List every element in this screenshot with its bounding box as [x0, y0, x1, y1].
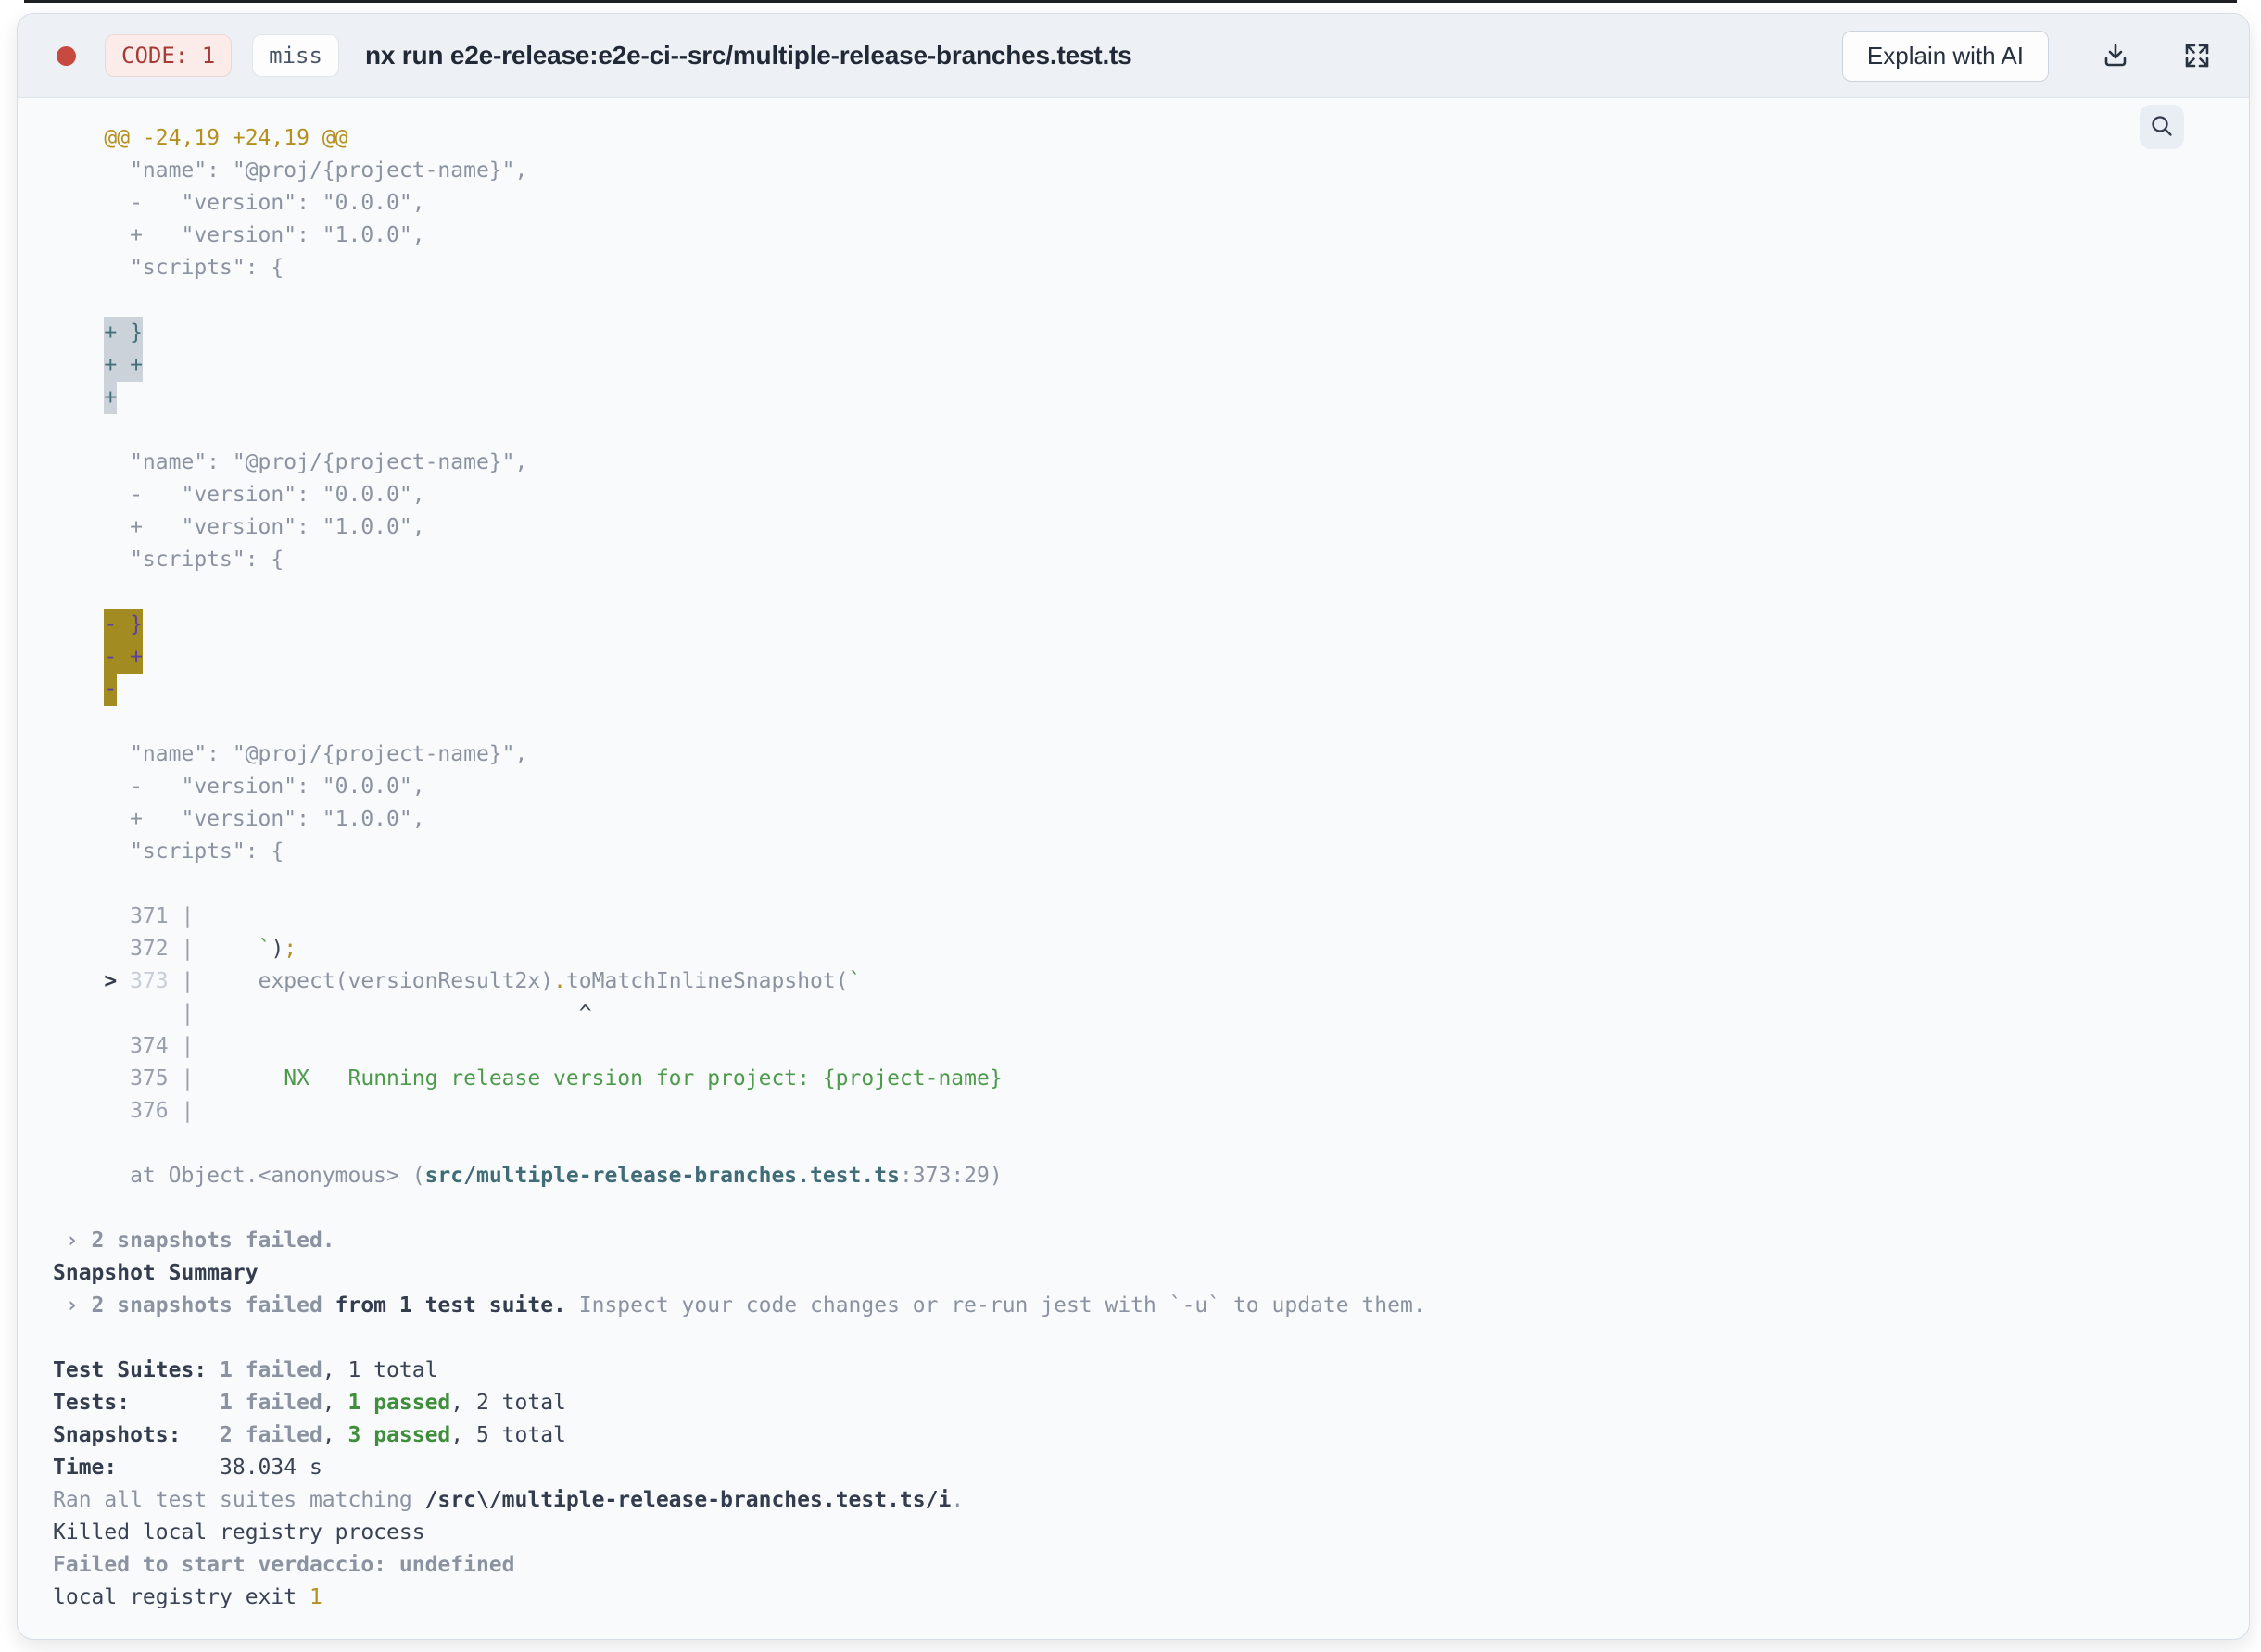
terminal-line: Snapshot Summary — [53, 1261, 259, 1285]
fullscreen-button[interactable] — [2182, 41, 2212, 70]
terminal-line: Killed local registry process — [53, 1520, 425, 1545]
terminal-line: + } — [53, 317, 2249, 349]
terminal-line: local registry exit 1 — [53, 1585, 322, 1609]
terminal-line: 371 | — [53, 904, 195, 928]
fullscreen-icon — [2182, 41, 2212, 70]
terminal-line: - "version": "0.0.0", — [53, 775, 425, 799]
terminal-line: + + — [53, 349, 2249, 382]
terminal-line: 376 | — [53, 1099, 195, 1123]
terminal-line: "scripts": { — [53, 548, 284, 572]
terminal-line: Ran all test suites matching /src\/multi… — [53, 1488, 965, 1512]
terminal-line: + "version": "1.0.0", — [53, 515, 425, 539]
page-title: nx run e2e-release:e2e-ci--src/multiple-… — [364, 41, 1132, 69]
terminal-line: "name": "@proj/{project-name}", — [53, 158, 528, 183]
terminal-line: - + — [53, 641, 2249, 674]
terminal-line: "scripts": { — [53, 839, 284, 864]
task-header: CODE: 1 miss nx run e2e-release:e2e-ci--… — [18, 14, 2249, 98]
search-icon — [2149, 113, 2175, 142]
exit-code-badge: CODE: 1 — [105, 34, 233, 77]
terminal-line: › 2 snapshots failed from 1 test suite. … — [53, 1293, 1426, 1318]
terminal-line: 372 | `); — [53, 937, 297, 961]
status-dot — [57, 45, 76, 66]
terminal-line: - } — [53, 609, 2249, 641]
terminal-line: Test Suites: 1 failed, 1 total — [53, 1358, 438, 1382]
terminal-line: "name": "@proj/{project-name}", — [53, 450, 528, 474]
terminal-line: Failed to start verdaccio: undefined — [53, 1553, 515, 1577]
cache-status-badge: miss — [252, 34, 339, 77]
terminal-line: Time: 38.034 s — [53, 1456, 322, 1480]
terminal-line: 375 | NX Running release version for pro… — [53, 1066, 1003, 1091]
terminal-line: Tests: 1 failed, 1 passed, 2 total — [53, 1391, 566, 1415]
terminal-line: - — [53, 674, 2249, 706]
terminal-line: "scripts": { — [53, 256, 284, 280]
terminal-line: › 2 snapshots failed. — [53, 1229, 335, 1253]
task-output-window: CODE: 1 miss nx run e2e-release:e2e-ci--… — [17, 13, 2250, 1640]
terminal-line: + "version": "1.0.0", — [53, 807, 425, 831]
terminal-line: + "version": "1.0.0", — [53, 223, 425, 247]
explain-with-ai-button[interactable]: Explain with AI — [1841, 30, 2049, 82]
terminal-line: > 373 | expect(versionResult2x).toMatchI… — [104, 969, 862, 993]
search-button[interactable] — [2140, 105, 2184, 149]
download-button[interactable] — [2101, 41, 2130, 70]
screen-top-edge — [24, 0, 2237, 3]
terminal-line: + — [53, 382, 2249, 414]
terminal-line: - "version": "0.0.0", — [53, 191, 425, 215]
terminal-line: 374 | — [53, 1034, 195, 1058]
header-actions: Explain with AI — [1841, 30, 2212, 82]
terminal-output: @@ -24,19 +24,19 @@ "name": "@proj/{proj… — [18, 98, 2249, 1614]
terminal-line: @@ -24,19 +24,19 @@ — [53, 126, 348, 150]
terminal-line: - "version": "0.0.0", — [53, 483, 425, 507]
terminal-line: at Object.<anonymous> (src/multiple-rele… — [53, 1164, 1003, 1188]
terminal-line: Snapshots: 2 failed, 3 passed, 5 total — [53, 1423, 566, 1447]
download-icon — [2101, 41, 2130, 70]
terminal-line: "name": "@proj/{project-name}", — [53, 742, 528, 766]
terminal-line: | ^ — [53, 1002, 592, 1026]
